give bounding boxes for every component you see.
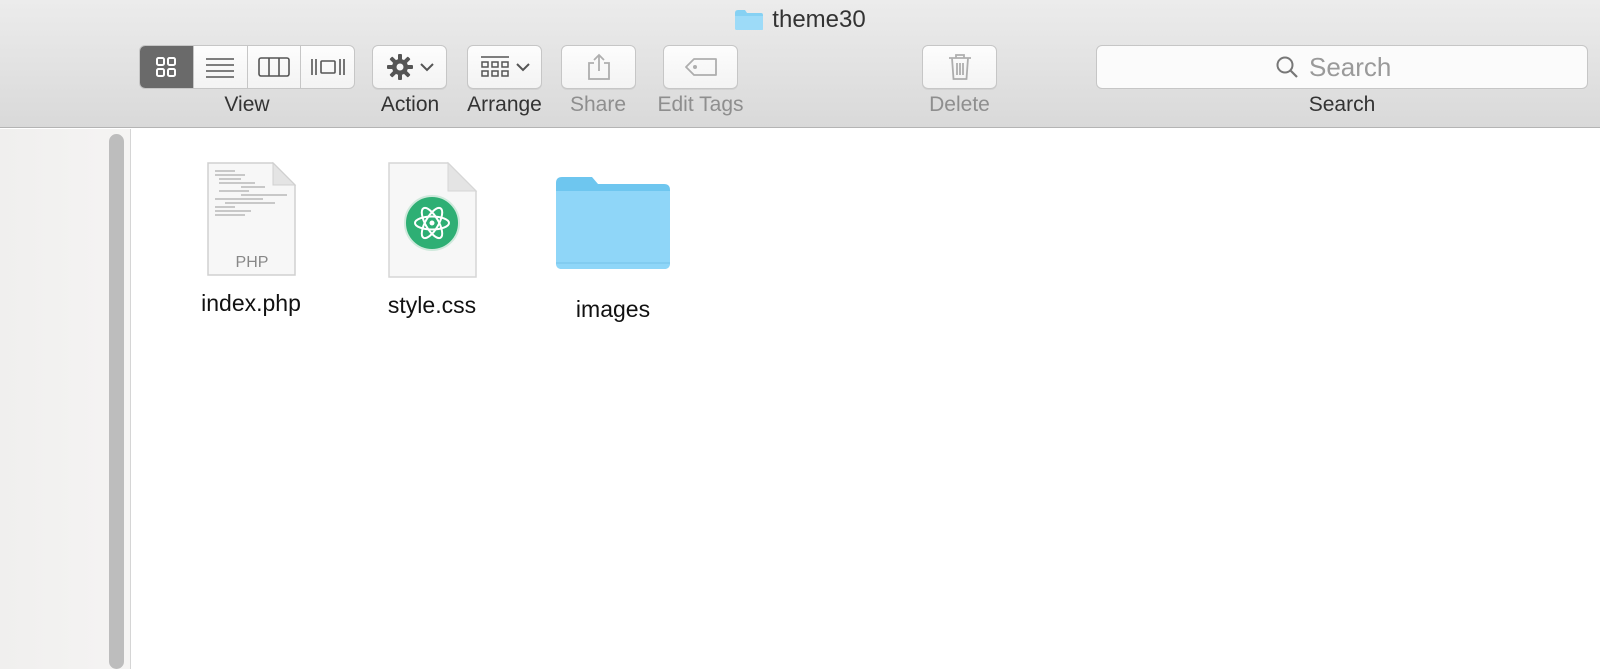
php-document-icon: PHP xyxy=(207,161,297,276)
arrange-button[interactable] xyxy=(467,45,542,89)
file-item-style-css[interactable]: style.css xyxy=(357,161,507,319)
cover-flow-icon xyxy=(310,59,345,75)
chevron-down-icon xyxy=(419,63,434,72)
file-name: images xyxy=(575,296,651,322)
search-icon xyxy=(1276,56,1298,78)
share-label: Share xyxy=(569,93,627,116)
grid-icon xyxy=(156,57,177,77)
file-name: style.css xyxy=(387,292,477,318)
window-title: theme30 xyxy=(0,4,1600,36)
action-button[interactable] xyxy=(372,45,447,89)
delete-label: Delete xyxy=(929,93,990,116)
arrange-label: Arrange xyxy=(467,93,542,116)
folder-icon xyxy=(735,10,764,30)
delete-button[interactable] xyxy=(922,45,997,89)
window-title-text: theme30 xyxy=(772,6,866,33)
file-item-index-php[interactable]: PHP index.php xyxy=(176,161,326,317)
folder-icon xyxy=(556,177,670,269)
file-area: PHP index.php style.css images xyxy=(132,129,1600,669)
file-item-images-folder[interactable]: images xyxy=(538,175,688,323)
tag-icon xyxy=(684,58,717,76)
cover-flow-view-button[interactable] xyxy=(301,46,354,88)
list-view-button[interactable] xyxy=(194,46,248,88)
gear-icon xyxy=(386,54,413,80)
column-view-button[interactable] xyxy=(248,46,302,88)
atom-css-document-icon xyxy=(388,161,478,278)
search-label: Search xyxy=(1308,93,1376,116)
toolbar: theme30 View Action Arrange Share Edit T… xyxy=(0,0,1600,128)
edit-tags-label: Edit Tags xyxy=(657,93,744,116)
icon-view-button[interactable] xyxy=(140,46,194,88)
view-label: View xyxy=(224,93,270,116)
view-mode-control[interactable] xyxy=(139,45,355,89)
columns-icon xyxy=(258,57,290,77)
share-icon xyxy=(587,53,610,80)
chevron-down-icon xyxy=(515,63,530,72)
php-badge: PHP xyxy=(236,254,269,271)
search-field[interactable] xyxy=(1096,45,1588,89)
sidebar-scrollbar[interactable] xyxy=(109,134,124,669)
action-label: Action xyxy=(380,93,440,116)
list-icon xyxy=(206,58,235,78)
edit-tags-button[interactable] xyxy=(663,45,738,89)
trash-icon xyxy=(948,54,971,80)
arrange-grid-icon xyxy=(480,56,509,77)
share-button[interactable] xyxy=(561,45,636,89)
search-input[interactable] xyxy=(1309,51,1409,83)
file-name: index.php xyxy=(201,290,301,316)
